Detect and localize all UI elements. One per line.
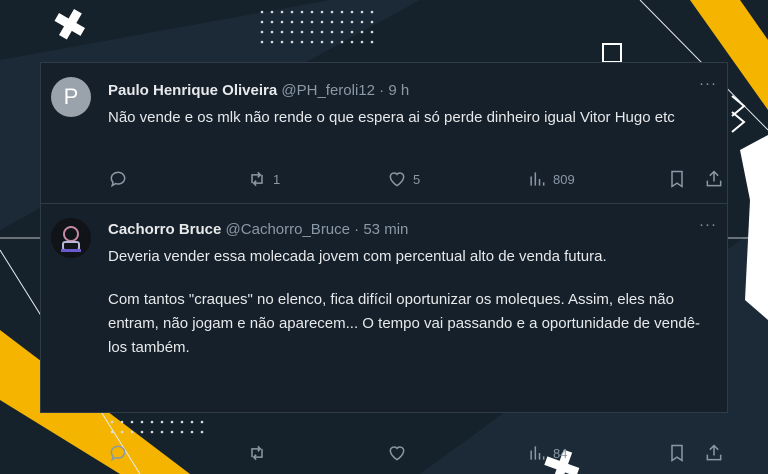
tweet-thread-card: P Paulo Henrique Oliveira @PH_feroli12 ·… [40,62,728,462]
bookmark-button[interactable] [667,441,687,465]
avatar-image [51,218,91,258]
retweet-icon [251,445,263,461]
tweet-header: Cachorro Bruce @Cachorro_Bruce · 53 min [108,221,408,239]
tweet-header: Paulo Henrique Oliveira @PH_feroli12 · 9… [108,82,409,100]
reply-icon [110,445,126,462]
like-button[interactable]: 5 [387,167,420,191]
tweet-time[interactable]: 53 min [363,221,408,238]
share-button[interactable] [704,441,724,465]
bookmark-icon [671,444,683,462]
share-icon [706,444,722,461]
tweet[interactable]: Cachorro Bruce @Cachorro_Bruce · 53 min … [41,204,727,462]
bookmark-icon [671,170,683,188]
avatar[interactable]: P [51,77,91,117]
retweet-button[interactable]: 1 [247,167,280,191]
reply-icon [110,171,126,188]
retweet-count: 1 [273,171,281,187]
like-button[interactable] [387,441,413,465]
bookmark-button[interactable] [667,167,687,191]
more-options-icon[interactable]: ··· [699,76,717,91]
views-button[interactable]: 809 [527,167,575,191]
retweet-button[interactable] [247,441,273,465]
share-icon [706,170,722,187]
tweet-time[interactable]: 9 h [388,82,409,99]
tweet-paragraph: Não vende e os mlk não rende o que esper… [108,109,675,126]
like-count: 5 [413,171,421,187]
analytics-icon [530,172,545,186]
tweet-actions: 84 [108,441,728,465]
share-button[interactable] [704,167,724,191]
tweet-paragraph: Com tantos "craques" no elenco, fica dif… [108,291,701,356]
tweet[interactable]: P Paulo Henrique Oliveira @PH_feroli12 ·… [41,63,727,204]
author-name[interactable]: Cachorro Bruce [108,221,221,238]
reply-button[interactable] [108,167,134,191]
analytics-icon [530,446,545,460]
meta-separator: · [350,221,364,238]
author-handle[interactable]: @PH_feroli12 [281,82,375,99]
avatar[interactable] [51,218,91,258]
heart-icon [389,446,405,461]
views-button[interactable]: 84 [527,441,567,465]
meta-separator: · [375,82,389,99]
author-handle[interactable]: @Cachorro_Bruce [226,221,350,238]
more-options-icon[interactable]: ··· [699,217,717,232]
tweet-text: Não vende e os mlk não rende o que esper… [108,106,718,130]
view-count: 809 [553,171,575,187]
author-name[interactable]: Paulo Henrique Oliveira [108,82,277,99]
heart-icon [389,172,405,187]
tweet-text: Deveria vender essa molecada jovem com p… [108,245,718,360]
view-count: 84 [553,445,568,461]
reply-button[interactable] [108,441,134,465]
tweet-actions: 1 5 809 [108,167,728,191]
tweet-paragraph: Deveria vender essa molecada jovem com p… [108,248,607,265]
retweet-icon [251,171,263,187]
